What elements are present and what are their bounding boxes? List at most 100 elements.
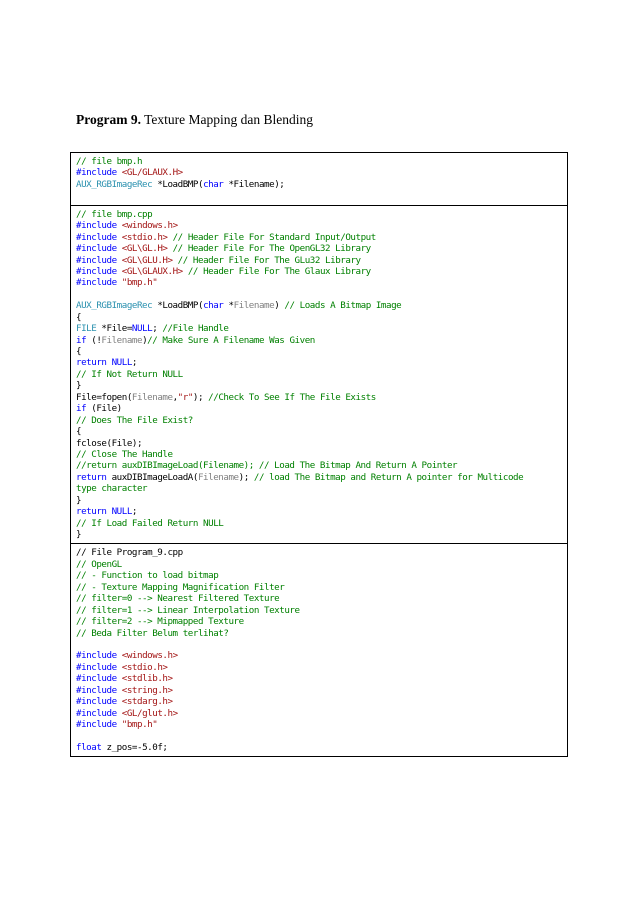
code-token: <string.h> (121, 684, 173, 696)
code-token: FILE (76, 323, 97, 335)
code-token: #include (76, 707, 117, 719)
code-line: #include <GL\GLU.H> // Header File For T… (76, 255, 562, 266)
code-line: // filter=1 --> Linear Interpolation Tex… (76, 605, 562, 616)
code-token: (! (86, 334, 102, 346)
code-token: // load The Bitmap and Return A pointer … (253, 471, 524, 483)
code-line: // Beda Filter Belum terlihat? (76, 628, 562, 639)
code-token: #include (76, 661, 117, 673)
code-token: <GL\GLU.H> (121, 254, 173, 266)
code-line: // - Texture Mapping Magnification Filte… (76, 582, 562, 593)
code-line: } (76, 380, 562, 391)
code-token: // Header File For The OpenGL32 Library (172, 243, 372, 255)
code-line: return auxDIBImageLoadA(Filename); // lo… (76, 472, 562, 483)
code-line: //return auxDIBImageLoad(Filename); // L… (76, 460, 562, 471)
code-token: *LoadBMP( (152, 178, 204, 190)
code-token: // Loads A Bitmap Image (284, 300, 402, 312)
code-token: "r" (177, 391, 194, 403)
code-block-bmp-h: // file bmp.h #include <GL/GLAUX.H> AUX_RG… (70, 152, 568, 206)
code-token: #include (76, 696, 117, 708)
code-line: // Does The File Exist? (76, 415, 562, 426)
code-token: Filename (233, 300, 275, 312)
code-line: #include <GL/GLAUX.H> (76, 167, 562, 178)
code-token: ); (192, 391, 209, 403)
code-token: // Make Sure A Filename Was Given (147, 334, 315, 346)
code-line: // If Load Failed Return NULL (76, 518, 562, 529)
code-line: type character (76, 483, 562, 494)
code-line: #include "bmp.h" (76, 719, 562, 730)
code-token: <windows.h> (121, 650, 178, 662)
code-line: // file bmp.h (76, 156, 562, 167)
code-token: *LoadBMP( (152, 300, 204, 312)
code-token: // Header File For The GLu32 Library (177, 254, 361, 266)
code-token: #include (76, 167, 117, 179)
code-token: // - Function to load bitmap (76, 570, 219, 582)
code-line: #include <stdarg.h> (76, 696, 562, 707)
code-token: Filename (101, 334, 143, 346)
code-token: File=fopen( (76, 391, 132, 403)
code-token: <GL/GLAUX.H> (121, 167, 183, 179)
program-number: Program 9. (76, 112, 141, 127)
code-line: return NULL; (76, 506, 562, 517)
code-token: #include (76, 684, 117, 696)
code-line: float z_pos=-5.0f; (76, 742, 562, 753)
code-block-program-9: // File Program_9.cpp// OpenGL// - Funct… (70, 543, 568, 758)
code-token: // Close The Handle (76, 448, 173, 460)
code-line: AUX_RGBImageRec *LoadBMP(char *Filename)… (76, 179, 562, 190)
code-token: // Does The File Exist? (76, 414, 193, 426)
code-token: return (76, 471, 107, 483)
code-line: // filter=2 --> Mipmapped Texture (76, 616, 562, 627)
code-token: Filename (197, 471, 239, 483)
code-block-bmp-cpp: // file bmp.cpp #include <windows.h> #incl… (70, 204, 568, 545)
code-token: fclose(File); (76, 437, 143, 449)
code-token: AUX_RGBImageRec (76, 300, 153, 312)
code-token: float (76, 741, 102, 753)
code-token: // File Program_9.cpp (76, 547, 183, 559)
code-line: // OpenGL (76, 559, 562, 570)
code-line: #include <string.h> (76, 685, 562, 696)
code-token: type character (76, 483, 148, 495)
code-token: // Header File For The Glaux Library (187, 265, 371, 277)
code-token: #include (76, 220, 117, 232)
code-line: { (76, 312, 562, 323)
code-token: // Beda Filter Belum terlihat? (76, 627, 229, 639)
code-token: if (76, 403, 87, 415)
code-token: // filter=0 --> Nearest Filtered Texture (76, 593, 280, 605)
code-token: } (76, 494, 82, 506)
code-listing-table: // file bmp.h #include <GL/GLAUX.H> AUX_RG… (70, 152, 568, 758)
code-token: ; (152, 323, 163, 335)
code-token: // If Not Return NULL (76, 368, 183, 380)
code-line: } (76, 495, 562, 506)
code-token: return (76, 357, 107, 369)
code-line: if (File) (76, 403, 562, 414)
code-token: ; (131, 357, 138, 369)
code-token: char (203, 178, 224, 190)
code-token: // Header File For Standard Input/Output (172, 231, 377, 243)
code-token: // - Texture Mapping Magnification Filte… (76, 581, 285, 593)
code-line: // Close The Handle (76, 449, 562, 460)
code-token: #include (76, 243, 117, 255)
code-line: { (76, 346, 562, 357)
code-token: if (76, 334, 87, 346)
code-line: // If Not Return NULL (76, 369, 562, 380)
code-block-row: // File Program_9.cpp// OpenGL// - Funct… (70, 543, 568, 758)
code-token: <stdio.h> (121, 231, 168, 243)
code-token: * (223, 300, 234, 312)
code-line: #include "bmp.h" (76, 277, 562, 288)
code-token: #include (76, 673, 117, 685)
code-line: // - Function to load bitmap (76, 570, 562, 581)
code-token: auxDIBImageLoadA( (106, 471, 199, 483)
code-token: // file bmp.h (76, 156, 143, 167)
code-token: { (76, 426, 82, 438)
code-token: AUX_RGBImageRec (76, 178, 153, 190)
code-token: char (203, 300, 224, 312)
code-token: // file bmp.cpp (76, 208, 153, 220)
code-token: Filename (131, 391, 173, 403)
code-token: //File Handle (162, 323, 229, 335)
program-title: Texture Mapping dan Blending (140, 112, 314, 127)
code-token: #include (76, 719, 117, 730)
code-token: // filter=2 --> Mipmapped Texture (76, 616, 244, 628)
